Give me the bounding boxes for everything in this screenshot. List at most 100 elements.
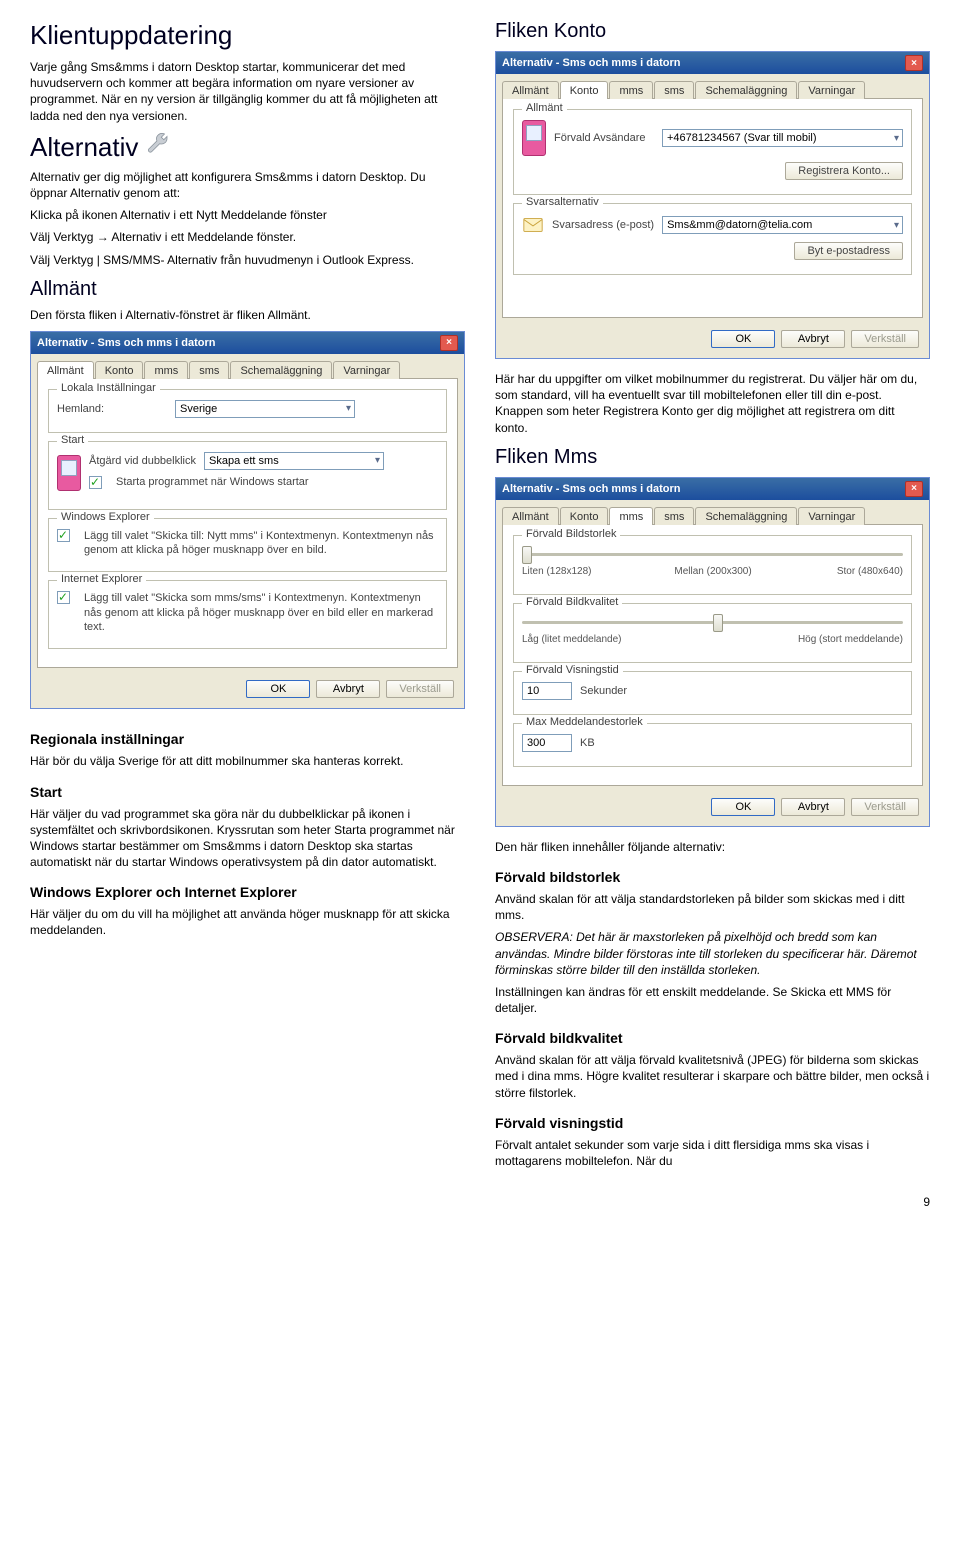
select-sender[interactable]: +46781234567 (Svar till mobil) bbox=[662, 129, 903, 147]
cancel-button[interactable]: Avbryt bbox=[316, 680, 380, 698]
apply-button[interactable]: Verkställ bbox=[851, 330, 919, 348]
legend-local: Lokala Inställningar bbox=[57, 382, 160, 394]
wrench-icon bbox=[146, 133, 174, 161]
tab-schema[interactable]: Schemaläggning bbox=[230, 361, 332, 379]
slider-size[interactable]: Liten (128x128) Mellan (200x300) Stor (4… bbox=[522, 546, 903, 564]
input-viewtime[interactable]: 10 bbox=[522, 682, 572, 700]
slider-quality[interactable]: Låg (litet meddelande) Hög (stort meddel… bbox=[522, 614, 903, 632]
select-homeland[interactable]: Sverige bbox=[175, 400, 355, 418]
heading-start: Start bbox=[30, 784, 465, 800]
register-account-button[interactable]: Registrera Konto... bbox=[785, 162, 903, 180]
tab-varningar[interactable]: Varningar bbox=[333, 361, 400, 379]
quality-label-low: Låg (litet meddelande) bbox=[522, 634, 622, 645]
apply-button[interactable]: Verkställ bbox=[386, 680, 454, 698]
ok-button[interactable]: OK bbox=[711, 798, 775, 816]
group-allmant: Allmänt Förvald Avsändare +46781234567 (… bbox=[513, 109, 912, 195]
heading-regionala: Regionala inställningar bbox=[30, 731, 465, 747]
input-maxsize[interactable]: 300 bbox=[522, 734, 572, 752]
tab-allmant[interactable]: Allmänt bbox=[37, 361, 94, 379]
label-doubleclick: Åtgärd vid dubbelklick bbox=[89, 455, 196, 467]
heading-allmant: Allmänt bbox=[30, 278, 465, 301]
group-size: Förvald Bildstorlek Liten (128x128) Mell… bbox=[513, 535, 912, 595]
checkbox-winexplorer[interactable] bbox=[57, 529, 70, 542]
label-sender: Förvald Avsändare bbox=[554, 132, 654, 144]
group-start: Start Åtgärd vid dubbelklick Skapa ett s… bbox=[48, 441, 447, 510]
quality-label-high: Hög (stort meddelande) bbox=[798, 634, 903, 645]
tab-pane-mms: Förvald Bildstorlek Liten (128x128) Mell… bbox=[502, 524, 923, 786]
cancel-button[interactable]: Avbryt bbox=[781, 798, 845, 816]
close-icon[interactable]: × bbox=[440, 335, 458, 351]
tab-pane-konto: Allmänt Förvald Avsändare +46781234567 (… bbox=[502, 98, 923, 318]
dialog-title-konto: Alternativ - Sms och mms i datorn bbox=[502, 57, 680, 69]
tab-allmant[interactable]: Allmänt bbox=[502, 507, 559, 525]
legend-quality: Förvald Bildkvalitet bbox=[522, 596, 622, 608]
group-reply: Svarsalternativ Svarsadress (e-post) Sms… bbox=[513, 203, 912, 275]
size-label-small: Liten (128x128) bbox=[522, 566, 592, 577]
legend-winexplorer: Windows Explorer bbox=[57, 511, 154, 523]
dialog-footer-mms: OK Avbryt Verkställ bbox=[496, 792, 929, 826]
start-p: Här väljer du vad programmet ska göra nä… bbox=[30, 806, 465, 871]
tab-konto[interactable]: Konto bbox=[560, 507, 609, 525]
label-ie: Lägg till valet "Skicka som mms/sms" i K… bbox=[84, 591, 438, 634]
heading-explorer: Windows Explorer och Internet Explorer bbox=[30, 884, 465, 900]
dialog-title-mms: Alternativ - Sms och mms i datorn bbox=[502, 483, 680, 495]
tab-mms[interactable]: mms bbox=[144, 361, 188, 379]
select-reply[interactable]: Sms&mm@datorn@telia.com bbox=[662, 216, 903, 234]
konto-paragraph: Här har du uppgifter om vilket mobilnumm… bbox=[495, 371, 930, 436]
select-doubleclick[interactable]: Skapa ett sms bbox=[204, 452, 384, 470]
tab-sms[interactable]: sms bbox=[189, 361, 229, 379]
phone-icon bbox=[522, 120, 546, 156]
bildstorlek-obs: OBSERVERA: Det här är maxstorleken på pi… bbox=[495, 929, 930, 978]
alt-p2: Klicka på ikonen Alternativ i ett Nytt M… bbox=[30, 207, 465, 223]
dialog-footer: OK Avbryt Verkställ bbox=[31, 674, 464, 708]
apply-button[interactable]: Verkställ bbox=[851, 798, 919, 816]
tab-sms[interactable]: sms bbox=[654, 507, 694, 525]
tab-allmant[interactable]: Allmänt bbox=[502, 81, 559, 99]
heading-visning: Förvald visningstid bbox=[495, 1115, 930, 1131]
allmant-intro: Den första fliken i Alternativ-fönstret … bbox=[30, 307, 465, 323]
dialog-titlebar-mms: Alternativ - Sms och mms i datorn × bbox=[496, 478, 929, 500]
group-winexplorer: Windows Explorer Lägg till valet "Skicka… bbox=[48, 518, 447, 573]
heading-bildstorlek: Förvald bildstorlek bbox=[495, 869, 930, 885]
cancel-button[interactable]: Avbryt bbox=[781, 330, 845, 348]
size-label-large: Stor (480x640) bbox=[837, 566, 903, 577]
dialog-allmant: Alternativ - Sms och mms i datorn × Allm… bbox=[30, 331, 465, 709]
dialog-konto: Alternativ - Sms och mms i datorn × Allm… bbox=[495, 51, 930, 359]
tab-konto[interactable]: Konto bbox=[95, 361, 144, 379]
tab-strip-mms: Allmänt Konto mms sms Schemaläggning Var… bbox=[496, 500, 929, 524]
tab-mms[interactable]: mms bbox=[609, 507, 653, 525]
legend-allmant-k: Allmänt bbox=[522, 102, 567, 114]
close-icon[interactable]: × bbox=[905, 55, 923, 71]
mail-icon bbox=[522, 214, 544, 236]
legend-ie: Internet Explorer bbox=[57, 573, 146, 585]
mms-p1: Den här fliken innehåller följande alter… bbox=[495, 839, 930, 855]
dialog-titlebar-konto: Alternativ - Sms och mms i datorn × bbox=[496, 52, 929, 74]
checkbox-startup[interactable] bbox=[89, 476, 102, 489]
bildkvalitet-p: Använd skalan för att välja förvald kval… bbox=[495, 1052, 930, 1101]
heading-konto: Fliken Konto bbox=[495, 20, 930, 43]
label-reply: Svarsadress (e-post) bbox=[552, 219, 654, 231]
tab-konto[interactable]: Konto bbox=[560, 81, 609, 99]
ok-button[interactable]: OK bbox=[246, 680, 310, 698]
tab-schema[interactable]: Schemaläggning bbox=[695, 507, 797, 525]
label-homeland: Hemland: bbox=[57, 403, 167, 415]
heading-alternativ-text: Alternativ bbox=[30, 132, 138, 163]
ok-button[interactable]: OK bbox=[711, 330, 775, 348]
tab-strip-konto: Allmänt Konto mms sms Schemaläggning Var… bbox=[496, 74, 929, 98]
legend-viewtime: Förvald Visningstid bbox=[522, 664, 623, 676]
tab-schema[interactable]: Schemaläggning bbox=[695, 81, 797, 99]
tab-varningar[interactable]: Varningar bbox=[798, 507, 865, 525]
tab-sms[interactable]: sms bbox=[654, 81, 694, 99]
alt-p3: Välj Verktyg → Alternativ i ett Meddelan… bbox=[30, 229, 465, 245]
alt-p4: Välj Verktyg | SMS/MMS- Alternativ från … bbox=[30, 252, 465, 268]
tab-varningar[interactable]: Varningar bbox=[798, 81, 865, 99]
change-email-button[interactable]: Byt e-postadress bbox=[794, 242, 903, 260]
alt-p1: Alternativ ger dig möjlighet att konfigu… bbox=[30, 169, 465, 201]
tab-mms[interactable]: mms bbox=[609, 81, 653, 99]
legend-maxsize: Max Meddelandestorlek bbox=[522, 716, 647, 728]
checkbox-ie[interactable] bbox=[57, 591, 70, 604]
close-icon[interactable]: × bbox=[905, 481, 923, 497]
legend-start: Start bbox=[57, 434, 88, 446]
bildstorlek-p2: Inställningen kan ändras för ett enskilt… bbox=[495, 984, 930, 1016]
group-maxsize: Max Meddelandestorlek 300 KB bbox=[513, 723, 912, 767]
